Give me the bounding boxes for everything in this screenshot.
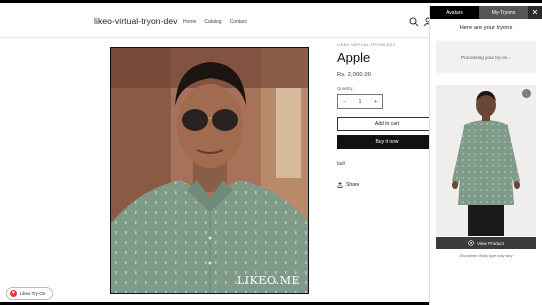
photo-watermark: LIKEO.ME bbox=[236, 274, 300, 287]
store-brand[interactable]: likeo-virtual-tryon-dev bbox=[94, 16, 178, 26]
product-info: LIKEO-VIRTUAL-TRYON-DEV Apple Rs. 2,000.… bbox=[337, 43, 437, 188]
quantity-label: Quantity bbox=[337, 86, 353, 91]
nav-home[interactable]: Home bbox=[183, 19, 196, 25]
product-description: ball bbox=[337, 161, 345, 167]
main-nav: Home Catalog Contact bbox=[183, 19, 247, 25]
share-button[interactable]: Share bbox=[337, 182, 432, 188]
buy-now-button[interactable]: Buy it now bbox=[337, 135, 437, 149]
tryon-result-image[interactable]: ⋮ bbox=[436, 85, 536, 236]
product-image[interactable]: LIKEO.ME bbox=[110, 47, 309, 294]
add-to-cart-button[interactable]: Add to cart bbox=[337, 117, 437, 131]
tryon-model-photo bbox=[436, 85, 536, 236]
nav-contact[interactable]: Contact bbox=[230, 19, 247, 25]
eye-icon bbox=[468, 240, 474, 246]
model-photo bbox=[111, 48, 308, 293]
view-product-label: View Product bbox=[477, 240, 504, 246]
search-icon[interactable] bbox=[409, 17, 419, 27]
panel-tabs: Avatars My-Tryons ✕ bbox=[430, 6, 542, 19]
card-menu-icon[interactable]: ⋮ bbox=[522, 89, 531, 98]
share-icon bbox=[337, 182, 343, 188]
tryon-side-panel: Avatars My-Tryons ✕ Here are your tryons… bbox=[429, 6, 542, 305]
tab-avatars[interactable]: Avatars bbox=[430, 6, 479, 19]
product-price: Rs. 2,000.00 bbox=[337, 72, 372, 78]
tab-my-tryons[interactable]: My-Tryons bbox=[479, 6, 528, 19]
page-frame: likeo-virtual-tryon-dev Home Catalog Con… bbox=[0, 0, 542, 305]
quantity-increase-button[interactable]: + bbox=[374, 99, 377, 105]
likeo-tryon-launcher[interactable]: ♥ Likeo Try-On bbox=[6, 287, 53, 300]
product-vendor: LIKEO-VIRTUAL-TRYON-DEV bbox=[337, 43, 396, 47]
header-divider bbox=[0, 37, 430, 38]
quantity-stepper[interactable]: − 1 + bbox=[337, 94, 383, 109]
disclaimer-text: Disclaimer: Body type may vary bbox=[459, 254, 513, 258]
quantity-value[interactable]: 1 bbox=[359, 99, 362, 105]
share-label: Share bbox=[346, 182, 360, 188]
processing-card: Processing your try-on... bbox=[436, 41, 536, 73]
panel-heading: Here are your tryons bbox=[459, 25, 513, 31]
product-title: Apple bbox=[337, 50, 371, 65]
likeo-tryon-label: Likeo Try-On bbox=[20, 291, 46, 296]
store-header: likeo-virtual-tryon-dev Home Catalog Con… bbox=[0, 6, 430, 38]
quantity-decrease-button[interactable]: − bbox=[343, 99, 346, 105]
view-product-button[interactable]: View Product bbox=[436, 237, 536, 249]
nav-catalog[interactable]: Catalog bbox=[204, 19, 221, 25]
heart-icon: ♥ bbox=[10, 290, 17, 297]
close-icon[interactable]: ✕ bbox=[528, 6, 542, 19]
